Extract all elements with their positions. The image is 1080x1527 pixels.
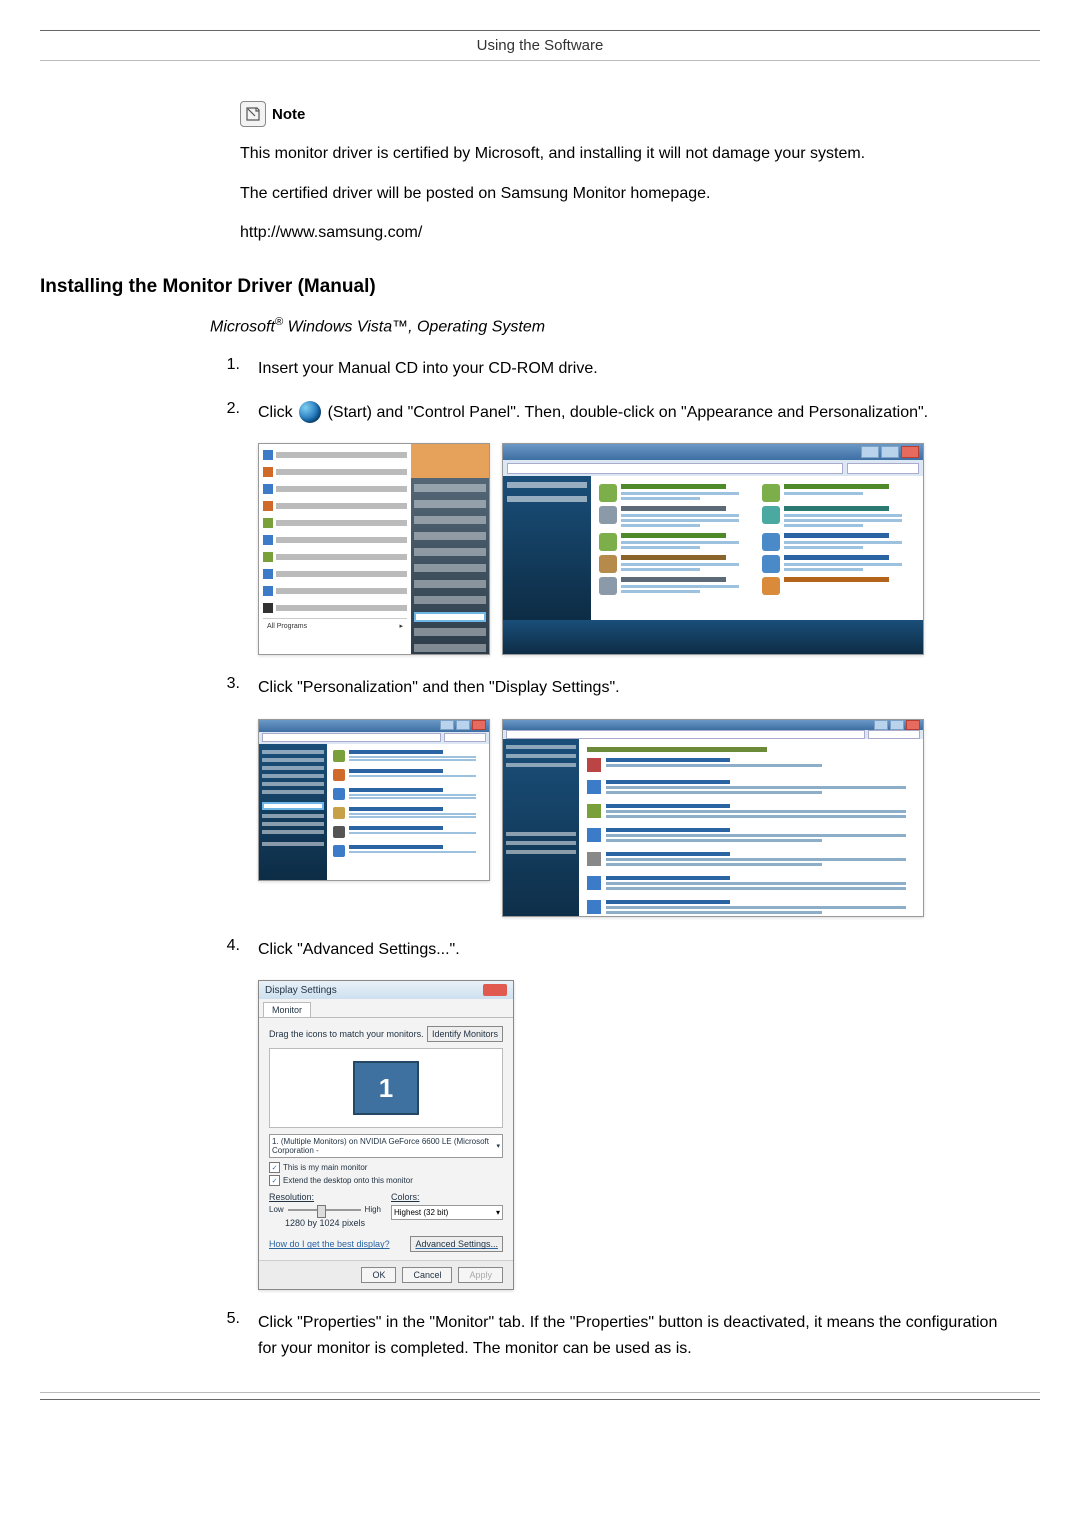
ds-title-text: Display Settings bbox=[265, 985, 337, 996]
section-heading: Installing the Monitor Driver (Manual) bbox=[40, 276, 1040, 298]
subheading-suffix: Windows Vista™, Operating System bbox=[283, 318, 545, 335]
screenshot-personalization-panel bbox=[502, 719, 924, 917]
step-3-number: 3. bbox=[210, 675, 240, 701]
step-4-number: 4. bbox=[210, 937, 240, 963]
ds-close-icon[interactable] bbox=[483, 984, 507, 996]
ds-colors-select[interactable]: Highest (32 bit) ▾ bbox=[391, 1205, 503, 1220]
ds-ok-button[interactable]: OK bbox=[361, 1267, 396, 1283]
ds-chk2-label: Extend the desktop onto this monitor bbox=[283, 1176, 413, 1185]
ds-help-link[interactable]: How do I get the best display? bbox=[269, 1239, 390, 1249]
ds-select-value: 1. (Multiple Monitors) on NVIDIA GeForce… bbox=[272, 1137, 496, 1155]
ds-resolution-label: Resolution: bbox=[269, 1192, 381, 1202]
ds-cancel-button[interactable]: Cancel bbox=[402, 1267, 452, 1283]
note-text-2: The certified driver will be posted on S… bbox=[240, 181, 1000, 207]
note-label: Note bbox=[272, 106, 305, 123]
note-icon bbox=[240, 101, 266, 127]
screenshot-control-panel bbox=[502, 443, 924, 655]
step-5-text: Click "Properties" in the "Monitor" tab.… bbox=[258, 1310, 1000, 1361]
step-3-text: Click "Personalization" and then "Displa… bbox=[258, 675, 1000, 701]
step-1-number: 1. bbox=[210, 356, 240, 382]
screenshot-start-menu: All Programs▸ bbox=[258, 443, 490, 655]
ds-chk1-box[interactable]: ✓ bbox=[269, 1162, 280, 1173]
ds-chk1-label: This is my main monitor bbox=[283, 1163, 367, 1172]
screenshot-appearance-panel bbox=[258, 719, 490, 881]
ds-tab-monitor[interactable]: Monitor bbox=[263, 1002, 311, 1017]
step-1-text: Insert your Manual CD into your CD-ROM d… bbox=[258, 356, 1000, 382]
start-orb-icon bbox=[299, 401, 321, 423]
ds-resolution-slider[interactable] bbox=[288, 1209, 361, 1211]
subheading-prefix: Microsoft bbox=[210, 318, 275, 335]
note-text-1: This monitor driver is certified by Micr… bbox=[240, 141, 1000, 167]
screenshot-display-settings: Display Settings Monitor Drag the icons … bbox=[258, 980, 514, 1290]
step-2-text: Click (Start) and "Control Panel". Then,… bbox=[258, 400, 1000, 426]
page-header-title: Using the Software bbox=[40, 37, 1040, 60]
ds-resolution-value: 1280 by 1024 pixels bbox=[269, 1218, 381, 1228]
ds-monitor-1[interactable]: 1 bbox=[353, 1061, 419, 1115]
ds-display-select[interactable]: 1. (Multiple Monitors) on NVIDIA GeForce… bbox=[269, 1134, 503, 1158]
note-url: http://www.samsung.com/ bbox=[240, 220, 1000, 246]
chevron-down-icon: ▾ bbox=[496, 1208, 500, 1217]
ds-advanced-button[interactable]: Advanced Settings... bbox=[410, 1236, 503, 1252]
section-subheading: Microsoft® Windows Vista™, Operating Sys… bbox=[210, 316, 1040, 336]
ds-chk2-box[interactable]: ✓ bbox=[269, 1175, 280, 1186]
ds-res-high: High bbox=[365, 1205, 381, 1214]
step-4-text: Click "Advanced Settings...". bbox=[258, 937, 1000, 963]
step-2-pre: Click bbox=[258, 404, 297, 421]
ds-res-low: Low bbox=[269, 1205, 284, 1214]
ds-apply-button[interactable]: Apply bbox=[458, 1267, 503, 1283]
start-menu-all-programs: All Programs bbox=[267, 623, 307, 630]
chevron-down-icon: ▾ bbox=[496, 1142, 500, 1150]
ds-monitor-preview[interactable]: 1 bbox=[269, 1048, 503, 1128]
ds-colors-value: Highest (32 bit) bbox=[394, 1208, 448, 1217]
ds-colors-label: Colors: bbox=[391, 1192, 503, 1202]
step-2-number: 2. bbox=[210, 400, 240, 426]
step-2-post: (Start) and "Control Panel". Then, doubl… bbox=[328, 404, 929, 421]
ds-identify-button[interactable]: Identify Monitors bbox=[427, 1026, 503, 1042]
step-5-number: 5. bbox=[210, 1310, 240, 1361]
ds-drag-label: Drag the icons to match your monitors. bbox=[269, 1029, 424, 1039]
